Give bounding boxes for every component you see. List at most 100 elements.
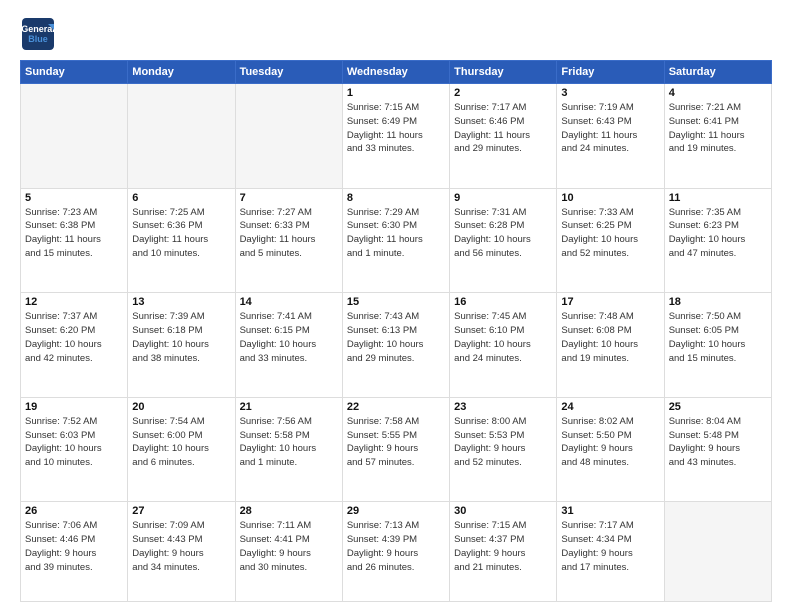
calendar-cell: 16 Sunrise: 7:45 AMSunset: 6:10 PMDayligh…	[450, 293, 557, 398]
page: General Blue SundayMondayTuesdayWednesda…	[0, 0, 792, 612]
day-number: 29	[347, 505, 445, 517]
calendar-cell: 23 Sunrise: 8:00 AMSunset: 5:53 PMDayligh…	[450, 397, 557, 502]
day-number: 2	[454, 87, 552, 99]
day-info: Sunrise: 7:29 AMSunset: 6:30 PMDaylight:…	[347, 206, 445, 261]
calendar-cell: 9 Sunrise: 7:31 AMSunset: 6:28 PMDaylight…	[450, 188, 557, 293]
day-info: Sunrise: 7:45 AMSunset: 6:10 PMDaylight:…	[454, 310, 552, 365]
weekday-thursday: Thursday	[450, 61, 557, 84]
week-row-3: 12 Sunrise: 7:37 AMSunset: 6:20 PMDayligh…	[21, 293, 772, 398]
calendar-cell: 7Sunrise: 7:27 AMSunset: 6:33 PMDaylight…	[235, 188, 342, 293]
day-info: Sunrise: 7:15 AMSunset: 6:49 PMDaylight:…	[347, 101, 445, 156]
day-info: Sunrise: 7:13 AMSunset: 4:39 PMDaylight:…	[347, 519, 445, 574]
weekday-sunday: Sunday	[21, 61, 128, 84]
day-info: Sunrise: 7:17 AMSunset: 6:46 PMDaylight:…	[454, 101, 552, 156]
calendar-cell: 24 Sunrise: 8:02 AMSunset: 5:50 PMDayligh…	[557, 397, 664, 502]
day-number: 7	[240, 192, 338, 204]
day-info: Sunrise: 7:06 AMSunset: 4:46 PMDaylight:…	[25, 519, 123, 574]
calendar-cell: 8 Sunrise: 7:29 AMSunset: 6:30 PMDaylight…	[342, 188, 449, 293]
calendar-cell: 30 Sunrise: 7:15 AMSunset: 4:37 PMDayligh…	[450, 502, 557, 602]
day-info: Sunrise: 8:04 AMSunset: 5:48 PMDaylight:…	[669, 415, 767, 470]
day-info: Sunrise: 7:35 AMSunset: 6:23 PMDaylight:…	[669, 206, 767, 261]
calendar-table: SundayMondayTuesdayWednesdayThursdayFrid…	[20, 60, 772, 602]
week-row-5: 26Sunrise: 7:06 AMSunset: 4:46 PMDayligh…	[21, 502, 772, 602]
day-info: Sunrise: 7:43 AMSunset: 6:13 PMDaylight:…	[347, 310, 445, 365]
calendar-cell: 13 Sunrise: 7:39 AMSunset: 6:18 PMDayligh…	[128, 293, 235, 398]
day-number: 20	[132, 401, 230, 413]
logo: General Blue	[20, 16, 56, 52]
calendar-cell: 3 Sunrise: 7:19 AMSunset: 6:43 PMDaylight…	[557, 84, 664, 189]
calendar-cell: 31Sunrise: 7:17 AMSunset: 4:34 PMDayligh…	[557, 502, 664, 602]
day-number: 15	[347, 296, 445, 308]
week-row-4: 19Sunrise: 7:52 AMSunset: 6:03 PMDayligh…	[21, 397, 772, 502]
day-number: 6	[132, 192, 230, 204]
day-number: 3	[561, 87, 659, 99]
day-number: 27	[132, 505, 230, 517]
calendar-cell: 21 Sunrise: 7:56 AMSunset: 5:58 PMDayligh…	[235, 397, 342, 502]
day-info: Sunrise: 7:19 AMSunset: 6:43 PMDaylight:…	[561, 101, 659, 156]
calendar-cell	[21, 84, 128, 189]
calendar-cell: 2 Sunrise: 7:17 AMSunset: 6:46 PMDaylight…	[450, 84, 557, 189]
day-number: 1	[347, 87, 445, 99]
weekday-monday: Monday	[128, 61, 235, 84]
day-number: 13	[132, 296, 230, 308]
week-row-1: 1 Sunrise: 7:15 AMSunset: 6:49 PMDaylight…	[21, 84, 772, 189]
day-number: 25	[669, 401, 767, 413]
day-info: Sunrise: 7:25 AMSunset: 6:36 PMDaylight:…	[132, 206, 230, 261]
calendar-cell: 1 Sunrise: 7:15 AMSunset: 6:49 PMDaylight…	[342, 84, 449, 189]
day-number: 8	[347, 192, 445, 204]
day-number: 17	[561, 296, 659, 308]
calendar-cell	[664, 502, 771, 602]
day-number: 4	[669, 87, 767, 99]
day-number: 19	[25, 401, 123, 413]
calendar-cell: 25 Sunrise: 8:04 AMSunset: 5:48 PMDayligh…	[664, 397, 771, 502]
day-info: Sunrise: 7:09 AMSunset: 4:43 PMDaylight:…	[132, 519, 230, 574]
day-info: Sunrise: 7:11 AMSunset: 4:41 PMDaylight:…	[240, 519, 338, 574]
day-info: Sunrise: 7:56 AMSunset: 5:58 PMDaylight:…	[240, 415, 338, 470]
day-number: 23	[454, 401, 552, 413]
day-number: 31	[561, 505, 659, 517]
day-number: 28	[240, 505, 338, 517]
weekday-header-row: SundayMondayTuesdayWednesdayThursdayFrid…	[21, 61, 772, 84]
calendar-cell: 12 Sunrise: 7:37 AMSunset: 6:20 PMDayligh…	[21, 293, 128, 398]
calendar-cell: 20 Sunrise: 7:54 AMSunset: 6:00 PMDayligh…	[128, 397, 235, 502]
calendar-cell: 26Sunrise: 7:06 AMSunset: 4:46 PMDayligh…	[21, 502, 128, 602]
day-info: Sunrise: 7:54 AMSunset: 6:00 PMDaylight:…	[132, 415, 230, 470]
day-info: Sunrise: 7:37 AMSunset: 6:20 PMDaylight:…	[25, 310, 123, 365]
calendar-cell: 5Sunrise: 7:23 AMSunset: 6:38 PMDaylight…	[21, 188, 128, 293]
day-info: Sunrise: 7:15 AMSunset: 4:37 PMDaylight:…	[454, 519, 552, 574]
calendar-cell: 19Sunrise: 7:52 AMSunset: 6:03 PMDayligh…	[21, 397, 128, 502]
day-number: 12	[25, 296, 123, 308]
day-info: Sunrise: 7:33 AMSunset: 6:25 PMDaylight:…	[561, 206, 659, 261]
calendar-cell: 27 Sunrise: 7:09 AMSunset: 4:43 PMDayligh…	[128, 502, 235, 602]
day-number: 24	[561, 401, 659, 413]
calendar-cell: 17Sunrise: 7:48 AMSunset: 6:08 PMDayligh…	[557, 293, 664, 398]
day-number: 16	[454, 296, 552, 308]
day-info: Sunrise: 7:39 AMSunset: 6:18 PMDaylight:…	[132, 310, 230, 365]
calendar-cell	[128, 84, 235, 189]
weekday-wednesday: Wednesday	[342, 61, 449, 84]
day-info: Sunrise: 7:50 AMSunset: 6:05 PMDaylight:…	[669, 310, 767, 365]
header: General Blue	[20, 16, 772, 52]
day-number: 9	[454, 192, 552, 204]
day-number: 21	[240, 401, 338, 413]
calendar-cell: 22Sunrise: 7:58 AMSunset: 5:55 PMDayligh…	[342, 397, 449, 502]
calendar-cell: 6 Sunrise: 7:25 AMSunset: 6:36 PMDaylight…	[128, 188, 235, 293]
day-info: Sunrise: 7:31 AMSunset: 6:28 PMDaylight:…	[454, 206, 552, 261]
calendar-cell: 28 Sunrise: 7:11 AMSunset: 4:41 PMDayligh…	[235, 502, 342, 602]
calendar-cell: 4Sunrise: 7:21 AMSunset: 6:41 PMDaylight…	[664, 84, 771, 189]
day-number: 5	[25, 192, 123, 204]
calendar-cell: 10Sunrise: 7:33 AMSunset: 6:25 PMDayligh…	[557, 188, 664, 293]
calendar-cell: 15 Sunrise: 7:43 AMSunset: 6:13 PMDayligh…	[342, 293, 449, 398]
day-number: 18	[669, 296, 767, 308]
day-info: Sunrise: 8:00 AMSunset: 5:53 PMDaylight:…	[454, 415, 552, 470]
weekday-saturday: Saturday	[664, 61, 771, 84]
calendar-cell: 18 Sunrise: 7:50 AMSunset: 6:05 PMDayligh…	[664, 293, 771, 398]
day-number: 14	[240, 296, 338, 308]
day-info: Sunrise: 8:02 AMSunset: 5:50 PMDaylight:…	[561, 415, 659, 470]
week-row-2: 5Sunrise: 7:23 AMSunset: 6:38 PMDaylight…	[21, 188, 772, 293]
calendar-cell: 14Sunrise: 7:41 AMSunset: 6:15 PMDayligh…	[235, 293, 342, 398]
day-number: 22	[347, 401, 445, 413]
calendar-cell: 29 Sunrise: 7:13 AMSunset: 4:39 PMDayligh…	[342, 502, 449, 602]
day-number: 11	[669, 192, 767, 204]
day-number: 30	[454, 505, 552, 517]
